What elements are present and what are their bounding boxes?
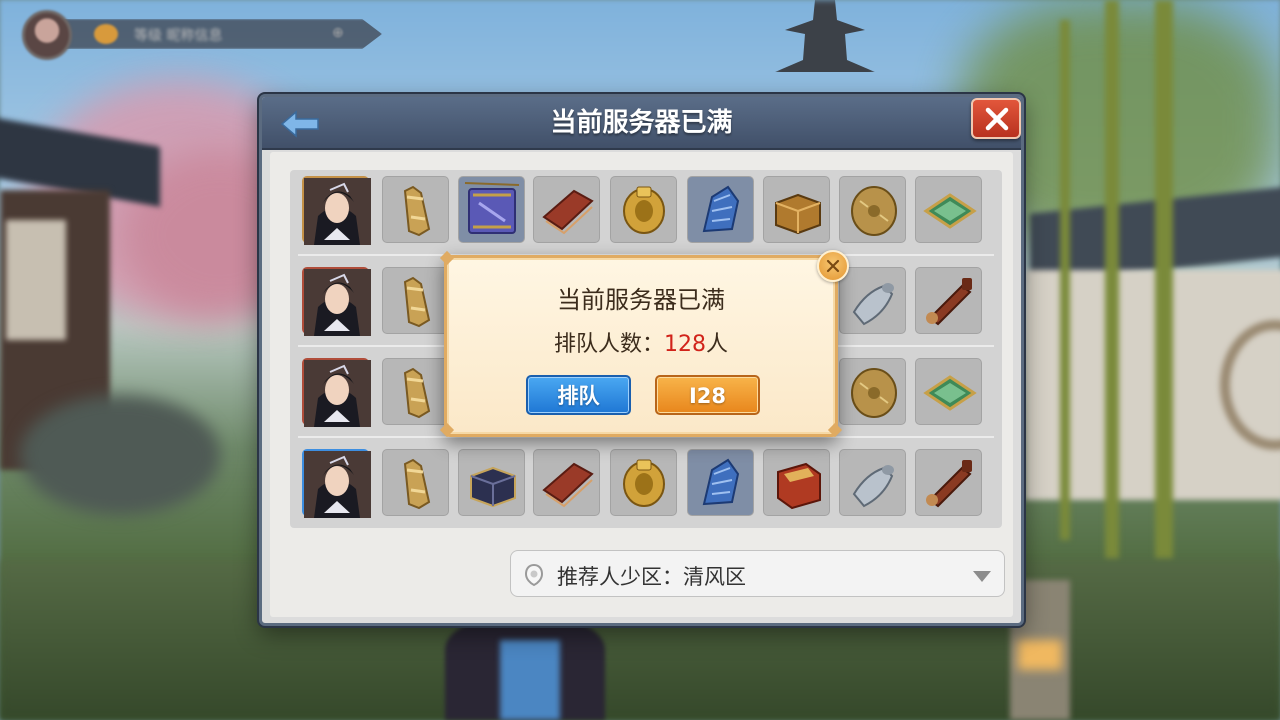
item-slot[interactable] — [915, 176, 982, 243]
queue-button[interactable]: 排队 — [526, 375, 631, 415]
bronze-coin-icon — [851, 368, 897, 418]
grid-row — [302, 443, 992, 519]
gold-bottle-icon — [403, 367, 431, 419]
blue-cloth-icon — [702, 458, 740, 506]
item-slot[interactable] — [687, 449, 754, 516]
left-house-wall — [6, 220, 66, 340]
item-slot[interactable] — [763, 449, 830, 516]
blue-cloth-icon — [702, 185, 740, 233]
item-slot[interactable] — [763, 176, 830, 243]
item-slot[interactable] — [458, 449, 525, 516]
item-slot[interactable] — [533, 449, 600, 516]
currency-icon — [94, 24, 118, 44]
item-slot[interactable] — [610, 449, 677, 516]
player-info-text: 等级 昵称信息 — [134, 28, 223, 44]
back-arrow-icon[interactable] — [278, 109, 322, 139]
queue-info: 排队人数：128人 — [447, 326, 835, 358]
item-slot[interactable] — [533, 176, 600, 243]
silver-vase-icon — [852, 465, 894, 508]
server-full-popup: 当前服务器已满 排队人数：128人 排队 I28 — [439, 250, 849, 438]
queue-unit: 人 — [706, 332, 729, 357]
item-slot[interactable] — [915, 358, 982, 425]
green-box-icon — [923, 375, 977, 411]
item-slot[interactable] — [687, 176, 754, 243]
character-portrait[interactable] — [302, 267, 371, 336]
brown-scroll-icon — [926, 460, 972, 508]
player-avatar[interactable] — [22, 10, 72, 60]
recommend-label: 推荐人少区： — [557, 565, 683, 589]
hud-menu-icon[interactable]: ⊕ — [332, 25, 352, 43]
navy-box-icon — [470, 466, 516, 508]
red-book-icon — [542, 189, 594, 235]
recommend-text: 推荐人少区：清风区 — [557, 561, 746, 591]
item-slot[interactable] — [382, 267, 449, 334]
popup-close-button[interactable] — [817, 250, 849, 282]
grid-row — [302, 170, 992, 246]
popup-title: 当前服务器已满 — [557, 286, 725, 314]
gold-bottle-icon — [403, 185, 431, 237]
red-book-icon — [542, 462, 594, 508]
bamboo-stalk — [1105, 0, 1119, 560]
gold-bottle-icon — [403, 458, 431, 510]
character-portrait[interactable] — [302, 358, 371, 427]
item-slot[interactable] — [458, 176, 525, 243]
player-character-cloth — [500, 640, 560, 720]
item-slot[interactable] — [382, 176, 449, 243]
queue-count-button[interactable]: I28 — [655, 375, 760, 415]
green-box-icon — [923, 193, 977, 229]
item-slot[interactable] — [382, 449, 449, 516]
item-slot[interactable] — [915, 267, 982, 334]
gold-ring-icon — [623, 186, 665, 234]
recommend-server-dropdown[interactable]: 推荐人少区：清风区 — [510, 550, 1005, 597]
brown-scroll-icon — [926, 278, 972, 326]
blue-scroll-icon — [464, 182, 520, 234]
close-button[interactable] — [971, 98, 1021, 139]
server-icon — [524, 563, 544, 587]
bronze-coin-icon — [851, 186, 897, 236]
wood-chest-icon — [775, 193, 821, 235]
character-portrait[interactable] — [302, 449, 371, 518]
bamboo-stalk — [1155, 0, 1173, 560]
red-chest-icon — [777, 462, 821, 510]
bamboo-stalk — [1060, 20, 1070, 540]
character-portrait[interactable] — [302, 176, 371, 245]
queue-count: 128 — [664, 332, 706, 357]
item-slot[interactable] — [915, 449, 982, 516]
queue-label: 排队人数： — [553, 332, 664, 357]
item-slot[interactable] — [839, 176, 906, 243]
item-slot[interactable] — [839, 358, 906, 425]
recommend-server-name: 清风区 — [683, 565, 746, 589]
lantern-light — [1018, 640, 1062, 670]
silver-vase-icon — [852, 283, 894, 326]
close-icon — [826, 259, 840, 273]
chevron-down-icon — [973, 571, 991, 582]
gold-ring-icon — [623, 459, 665, 507]
dialog-title: 当前服务器已满 — [550, 108, 733, 138]
item-slot[interactable] — [839, 449, 906, 516]
close-icon — [985, 107, 1009, 131]
item-slot[interactable] — [839, 267, 906, 334]
player-hud: 等级 昵称信息 ⊕ — [22, 10, 382, 60]
rock — [20, 395, 220, 515]
gold-bottle-icon — [403, 276, 431, 328]
item-slot[interactable] — [382, 358, 449, 425]
item-slot[interactable] — [610, 176, 677, 243]
